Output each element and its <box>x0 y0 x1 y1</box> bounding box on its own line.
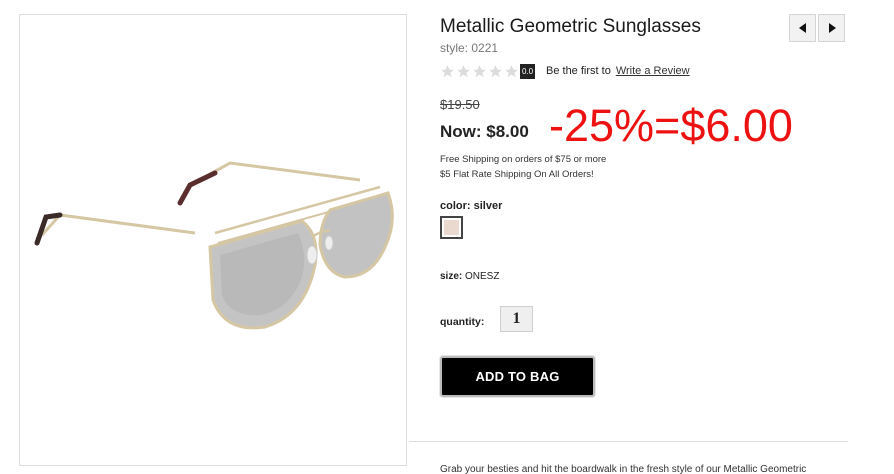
sale-price: Now: $8.00 <box>440 122 529 141</box>
size-label: size: ONESZ <box>440 271 499 282</box>
rating-score-badge: 0.0 <box>520 63 535 79</box>
next-product-button[interactable] <box>818 14 845 42</box>
color-value: silver <box>473 200 503 212</box>
caret-right-icon <box>828 23 836 33</box>
write-review-link[interactable]: Write a Review <box>616 65 690 77</box>
previous-product-button[interactable] <box>789 14 816 42</box>
star-rating <box>440 64 520 79</box>
size-label-key: size: <box>440 271 463 282</box>
swatch-fill <box>444 220 459 235</box>
quantity-input[interactable]: 1 <box>500 306 533 332</box>
section-divider <box>409 441 848 442</box>
star-icon <box>456 64 472 79</box>
star-icon <box>488 64 504 79</box>
color-label: color: silver <box>440 200 502 212</box>
sunglasses-image <box>34 161 394 330</box>
add-to-bag-button[interactable]: ADD TO BAG <box>440 356 595 397</box>
star-icon <box>472 64 488 79</box>
rating-row: 0.0 Be the first to Write a Review <box>440 63 690 79</box>
be-first-text: Be the first to <box>546 65 611 77</box>
caret-left-icon <box>798 23 806 33</box>
original-price: $19.50 <box>440 97 480 112</box>
star-icon <box>504 64 520 79</box>
size-value: ONESZ <box>465 271 500 282</box>
flat-rate-shipping-note: $5 Flat Rate Shipping On All Orders! <box>440 169 594 180</box>
free-shipping-note: Free Shipping on orders of $75 or more <box>440 154 607 165</box>
color-swatch-silver[interactable] <box>440 216 463 239</box>
star-icon <box>440 64 456 79</box>
discount-annotation: -25%=$6.00 <box>549 100 793 151</box>
quantity-label: quantity: <box>440 316 485 328</box>
product-navigation <box>789 14 847 42</box>
color-label-key: color: <box>440 200 471 212</box>
product-description: Grab your besties and hit the boardwalk … <box>440 464 807 474</box>
product-title: Metallic Geometric Sunglasses <box>440 16 701 37</box>
product-image-frame[interactable] <box>19 14 407 466</box>
style-number: style: 0221 <box>440 41 499 55</box>
